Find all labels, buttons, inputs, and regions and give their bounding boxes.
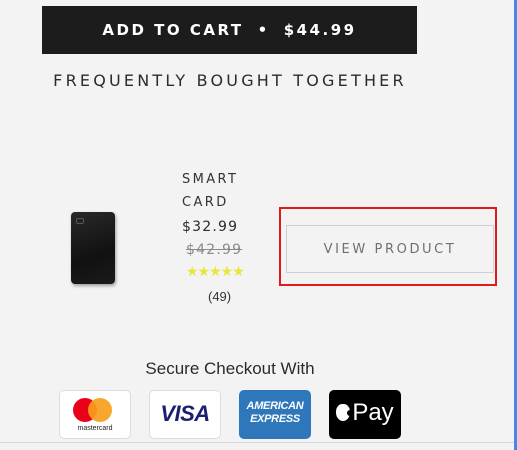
apple-pay-icon: Pay (329, 390, 401, 439)
smart-card-image[interactable] (71, 212, 115, 284)
star-rating-icon: ★★★★★ (186, 263, 245, 279)
separator-dot: • (257, 21, 270, 39)
amex-label: AMERICAN EXPRESS (246, 400, 304, 425)
add-to-cart-price: $44.99 (283, 21, 357, 39)
amex-icon: AMERICAN EXPRESS (239, 390, 311, 439)
mastercard-icon: mastercard (59, 390, 131, 439)
secure-checkout-label: Secure Checkout With (145, 359, 315, 378)
apple-pay-label: Pay (352, 399, 394, 426)
visa-icon: VISA (149, 390, 221, 439)
product-old-price: $42.99 (186, 242, 243, 258)
view-product-button[interactable]: VIEW PRODUCT (286, 225, 494, 273)
product-name[interactable]: SMART CARD (182, 168, 262, 214)
frequently-bought-title: FREQUENTLY BOUGHT TOGETHER (53, 71, 407, 90)
visa-label: VISA (160, 401, 210, 426)
add-to-cart-label: ADD TO CART (102, 21, 244, 39)
card-notch-icon (76, 218, 84, 224)
divider (0, 442, 514, 443)
product-price: $32.99 (182, 219, 239, 235)
apple-logo-icon (336, 404, 354, 421)
mastercard-label: mastercard (77, 425, 113, 432)
review-count[interactable]: (49) (208, 289, 231, 304)
add-to-cart-button[interactable]: ADD TO CART • $44.99 (42, 6, 417, 54)
